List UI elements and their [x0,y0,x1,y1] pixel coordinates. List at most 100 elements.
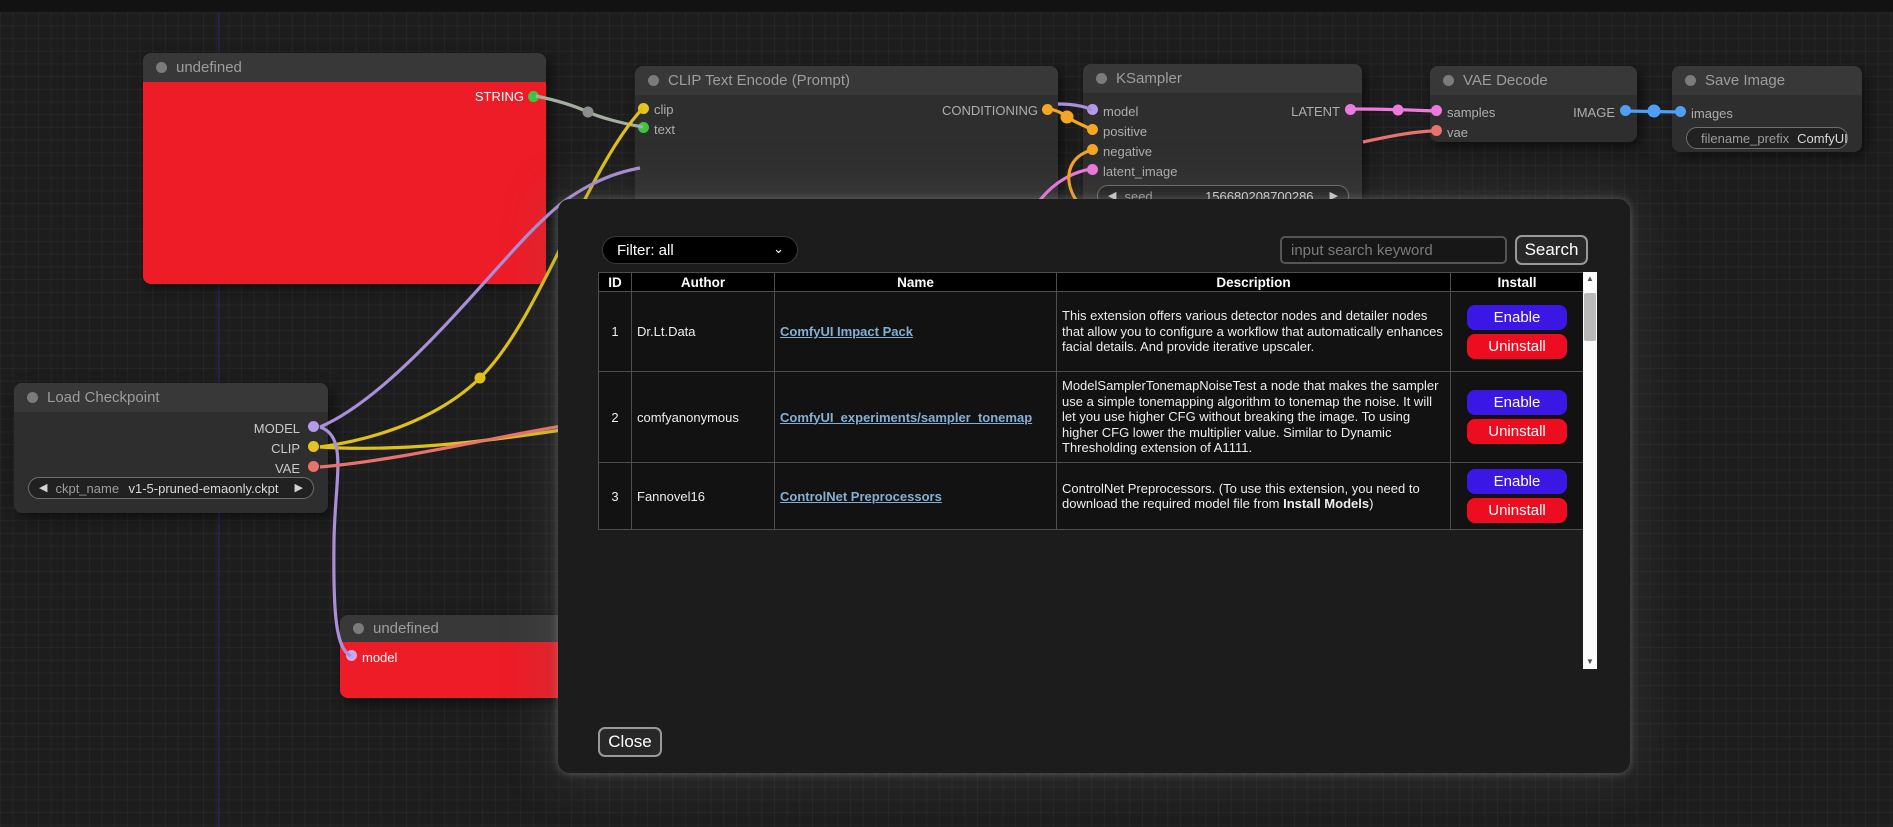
prev-arrow-icon[interactable]: ◀ [39,483,47,494]
col-header-id: ID [599,273,632,292]
output-label-clip: CLIP [271,442,300,455]
input-label-images: images [1691,107,1733,120]
col-header-install: Install [1451,273,1584,292]
cell-description: This extension offers various detector n… [1057,292,1451,372]
input-port-samples[interactable] [1431,105,1442,116]
cell-author: Dr.Lt.Data [632,292,775,372]
filter-select[interactable]: Filter: all [602,236,798,264]
ckpt-widget-value: v1-5-pruned-emaonly.ckpt [128,481,278,496]
filter-select-wrap: Filter: all ⌄ [602,236,798,264]
ckpt-name-widget[interactable]: ◀ ckpt_name v1-5-pruned-emaonly.ckpt ▶ [28,477,314,499]
node-header[interactable]: VAE Decode [1430,66,1637,95]
uninstall-button[interactable]: Uninstall [1467,498,1567,523]
node-ksampler[interactable]: KSampler model positive negative latent_… [1083,64,1362,214]
table-row: 2 comfyanonymous ComfyUI_experiments/sam… [599,372,1584,463]
input-port-clip[interactable] [638,103,649,114]
table-header-row: ID Author Name Description Install [599,273,1584,292]
output-label-conditioning: CONDITIONING [942,104,1038,117]
cell-description: ControlNet Preprocessors. (To use this e… [1057,463,1451,530]
output-port-latent[interactable] [1345,104,1356,115]
node-header[interactable]: Save Image [1672,66,1862,95]
output-port-string[interactable] [528,91,539,102]
enable-button[interactable]: Enable [1467,469,1567,494]
input-label-model: model [362,651,397,664]
node-title: VAE Decode [1463,72,1548,89]
table-row: 3 Fannovel16 ControlNet Preprocessors Co… [599,463,1584,530]
extension-link[interactable]: ControlNet Preprocessors [780,489,942,504]
input-port-model[interactable] [1087,104,1098,115]
node-status-dot-icon [1685,75,1696,86]
col-header-description: Description [1057,273,1451,292]
cell-id: 3 [599,463,632,530]
input-label-negative: negative [1103,145,1152,158]
input-port-images[interactable] [1675,106,1686,117]
node-load-checkpoint[interactable]: Load Checkpoint MODEL CLIP VAE ◀ ckpt_na… [14,383,328,513]
canvas-edge [0,0,1893,12]
cell-description: ModelSamplerTonemapNoiseTest a node that… [1057,372,1451,463]
enable-button[interactable]: Enable [1467,305,1567,330]
node-title: undefined [176,59,242,76]
node-vae-decode[interactable]: VAE Decode samples vae IMAGE [1430,66,1637,142]
filename-prefix-widget[interactable]: filename_prefix ComfyUI [1686,127,1848,149]
enable-button[interactable]: Enable [1467,390,1567,415]
node-status-dot-icon [1096,73,1107,84]
output-port-model[interactable] [308,421,319,432]
node-header[interactable]: undefined [143,53,546,82]
input-port-text[interactable] [638,122,649,133]
node-status-dot-icon [156,62,167,73]
search-button[interactable]: Search [1515,235,1588,265]
extension-link[interactable]: ComfyUI_experiments/sampler_tonemap [780,410,1032,425]
node-header[interactable]: KSampler [1083,64,1362,93]
extension-table-wrap: ID Author Name Description Install 1 Dr.… [598,272,1583,530]
node-title: CLIP Text Encode (Prompt) [668,72,850,89]
output-port-vae[interactable] [308,461,319,472]
output-port-image[interactable] [1620,105,1631,116]
input-port-latent-image[interactable] [1087,164,1098,175]
col-header-name: Name [775,273,1057,292]
scroll-up-arrow-icon[interactable]: ▲ [1583,272,1597,286]
filename-widget-name: filename_prefix [1701,131,1789,146]
node-undefined-top[interactable]: undefined STRING [143,53,546,284]
output-port-conditioning[interactable] [1042,104,1053,115]
output-label-latent: LATENT [1291,105,1340,118]
input-label-vae: vae [1447,126,1468,139]
node-status-dot-icon [648,75,659,86]
scroll-down-arrow-icon[interactable]: ▼ [1583,655,1597,669]
uninstall-button[interactable]: Uninstall [1467,419,1567,444]
node-header[interactable]: Load Checkpoint [14,383,328,412]
ckpt-widget-name: ckpt_name [55,481,119,496]
node-title: undefined [373,620,439,637]
input-port-negative[interactable] [1087,144,1098,155]
filename-widget-value: ComfyUI [1797,131,1848,146]
output-port-clip[interactable] [308,441,319,452]
scrollbar-thumb[interactable] [1584,293,1596,341]
node-status-dot-icon [1443,75,1454,86]
input-port-model[interactable] [346,650,357,661]
next-arrow-icon[interactable]: ▶ [295,483,303,494]
input-label-samples: samples [1447,106,1495,119]
input-label-model: model [1103,105,1138,118]
input-port-vae[interactable] [1431,125,1442,136]
extension-table: ID Author Name Description Install 1 Dr.… [598,272,1584,530]
output-label-string: STRING [475,90,524,103]
node-status-dot-icon [353,623,364,634]
input-port-positive[interactable] [1087,124,1098,135]
cell-author: comfyanonymous [632,372,775,463]
node-save-image[interactable]: Save Image images filename_prefix ComfyU… [1672,66,1862,152]
input-label-latent-image: latent_image [1103,165,1177,178]
cell-author: Fannovel16 [632,463,775,530]
node-title: KSampler [1116,70,1182,87]
cell-id: 2 [599,372,632,463]
node-title: Save Image [1705,72,1785,89]
uninstall-button[interactable]: Uninstall [1467,334,1567,359]
table-row: 1 Dr.Lt.Data ComfyUI Impact Pack This ex… [599,292,1584,372]
close-button[interactable]: Close [598,727,662,757]
input-label-text: text [654,123,675,136]
search-input[interactable] [1280,236,1507,264]
table-scrollbar[interactable]: ▲ ▼ [1583,272,1597,669]
output-label-vae: VAE [275,462,300,475]
node-title: Load Checkpoint [47,389,160,406]
input-label-clip: clip [654,103,674,116]
extension-link[interactable]: ComfyUI Impact Pack [780,324,913,339]
node-header[interactable]: CLIP Text Encode (Prompt) [635,66,1058,95]
